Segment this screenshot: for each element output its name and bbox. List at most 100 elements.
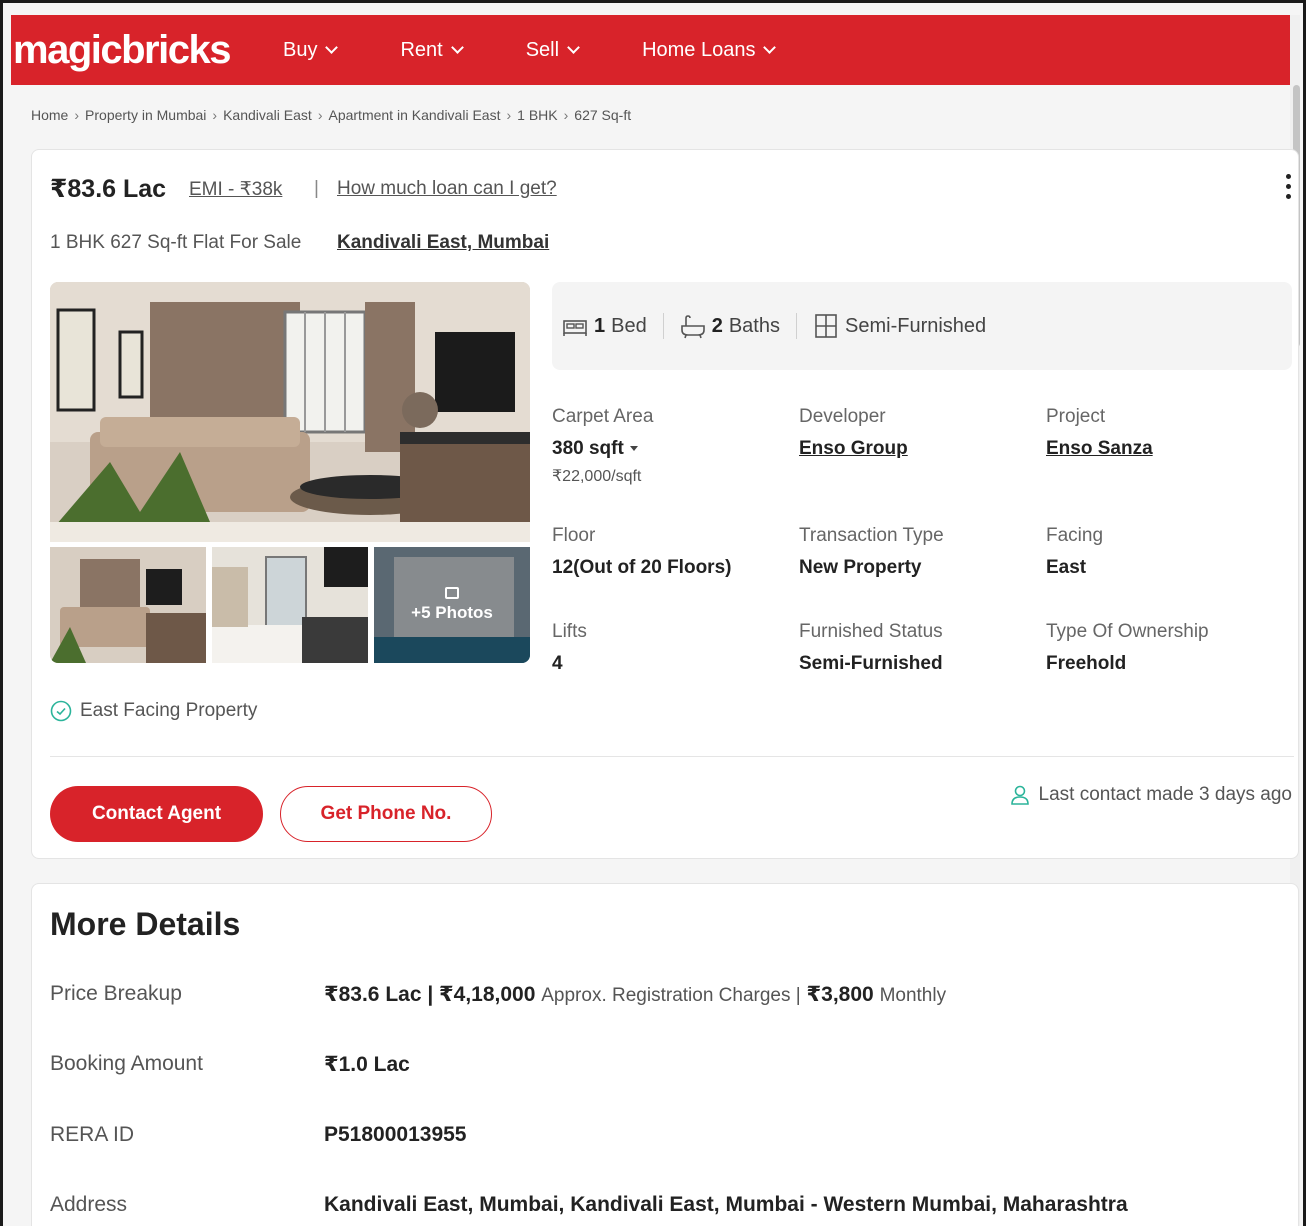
last-contact-info: Last contact made 3 days ago: [1009, 784, 1293, 806]
chevron-down-icon: [325, 41, 339, 54]
developer-link[interactable]: Enso Group: [799, 438, 908, 460]
facing-highlight-label: East Facing Property: [80, 700, 258, 721]
listing-subtitle: 1 BHK 627 Sq-ft Flat For Sale: [50, 232, 302, 253]
breadcrumb-separator: ›: [74, 107, 80, 123]
divider: [796, 313, 797, 339]
image-icon: [445, 587, 459, 599]
more-details-card: More Details Price Breakup ₹83.6 Lac | ₹…: [31, 883, 1299, 1226]
nav-item-home-loans[interactable]: Home Loans: [642, 38, 777, 62]
furnishing-status: Semi-Furnished: [813, 313, 1002, 339]
nav-item-label: Rent: [400, 38, 443, 61]
rera-id-label: RERA ID: [50, 1123, 135, 1146]
get-phone-button[interactable]: Get Phone No.: [280, 786, 492, 842]
ownership-type-label: Type Of Ownership: [1046, 621, 1209, 642]
nav-item-sell[interactable]: Sell: [526, 39, 580, 62]
address-label: Address: [50, 1193, 128, 1216]
furniture-icon: [815, 314, 837, 338]
price-breakup-value: ₹83.6 Lac | ₹4,18,000 Approx. Registrati…: [324, 982, 946, 1007]
facing-label: Facing: [1046, 525, 1104, 546]
top-navbar: magicbricks Buy Rent Sell Home Loans: [11, 15, 1296, 85]
last-contact-label: Last contact made 3 days ago: [1038, 784, 1293, 805]
price-breakup-price: ₹83.6 Lac | ₹4,18,000: [324, 983, 536, 1006]
nav-item-label: Buy: [283, 38, 318, 61]
amenities-strip: 1 Bed 2 Baths Semi-Furnished: [552, 282, 1292, 370]
thumbnail-living: [50, 547, 206, 663]
facing-highlight: East Facing Property: [50, 700, 257, 722]
living-room-photo: [50, 282, 530, 542]
furnished-status-value: Semi-Furnished: [799, 653, 943, 674]
breadcrumb-city[interactable]: Property in Mumbai: [85, 107, 206, 123]
bed-icon: [563, 320, 587, 336]
chevron-down-icon: [763, 41, 777, 54]
emi-link[interactable]: EMI - ₹38k: [189, 178, 282, 201]
facing: Facing East: [1046, 525, 1103, 579]
more-photos-label: +5 Photos: [411, 603, 493, 622]
booking-amount-value: ₹1.0 Lac: [324, 1053, 410, 1076]
ownership-type: Type Of Ownership Freehold: [1046, 621, 1209, 675]
address-row: Address Kandivali East, Mumbai, Kandival…: [50, 1193, 1128, 1217]
lifts: Lifts 4: [552, 621, 587, 675]
nav-item-label: Home Loans: [642, 38, 756, 61]
nav-item-rent[interactable]: Rent: [400, 38, 464, 62]
project-link[interactable]: Enso Sanza: [1046, 438, 1153, 460]
breadcrumb-separator: ›: [506, 107, 512, 123]
developer: Developer Enso Group: [799, 406, 908, 460]
ownership-type-value: Freehold: [1046, 653, 1127, 674]
furnishing-label: Semi-Furnished: [845, 314, 987, 337]
furnished-status-label: Furnished Status: [799, 621, 943, 642]
check-circle-icon: [50, 700, 72, 722]
breadcrumb-separator: ›: [563, 107, 569, 123]
more-photos-overlay[interactable]: +5 Photos: [374, 547, 530, 663]
separator: |: [314, 178, 319, 199]
breadcrumb-home[interactable]: Home: [31, 107, 68, 123]
locality-link[interactable]: Kandivali East, Mumbai: [337, 232, 549, 254]
rera-id-value: P51800013955: [324, 1123, 467, 1146]
bed-count-value: 1: [594, 314, 606, 337]
booking-amount-label: Booking Amount: [50, 1052, 203, 1075]
bathtub-icon: [680, 315, 705, 339]
transaction-type-label: Transaction Type: [799, 525, 944, 546]
more-details-title: More Details: [50, 906, 241, 942]
maintenance-amount: ₹3,800: [806, 983, 874, 1006]
registration-charges: Approx. Registration Charges |: [541, 985, 801, 1006]
price-per-sqft: ₹22,000/sqft: [552, 468, 642, 485]
price-breakup-row: Price Breakup ₹83.6 Lac | ₹4,18,000 Appr…: [50, 982, 946, 1007]
furnished-status: Furnished Status Semi-Furnished: [799, 621, 943, 675]
booking-amount-row: Booking Amount ₹1.0 Lac: [50, 1052, 410, 1077]
bath-count: 2 Baths: [680, 313, 796, 339]
divider: [662, 313, 664, 339]
carpet-area-dropdown[interactable]: 380 sqft: [552, 438, 653, 460]
price-breakup-label: Price Breakup: [50, 982, 182, 1005]
breadcrumb-type[interactable]: Apartment in Kandivali East: [328, 107, 500, 123]
bed-label: Bed: [611, 314, 647, 337]
bed-count: 1 Bed: [562, 313, 663, 339]
lifts-value: 4: [552, 653, 563, 674]
photo-thumbnail-more[interactable]: +5 Photos: [374, 547, 530, 663]
breadcrumb-separator: ›: [212, 107, 218, 123]
bath-label: Baths: [728, 314, 780, 337]
photo-thumbnail[interactable]: [212, 547, 368, 663]
maintenance-period: Monthly: [879, 985, 947, 1006]
more-options-icon[interactable]: [1286, 174, 1292, 199]
listing-card: ₹83.6 Lac EMI - ₹38k | How much loan can…: [31, 149, 1299, 859]
section-divider: [50, 756, 1294, 757]
chevron-down-icon: [567, 41, 580, 54]
chevron-down-icon: [450, 41, 464, 54]
developer-label: Developer: [799, 406, 886, 427]
listing-price: ₹83.6 Lac: [50, 175, 167, 203]
project-label: Project: [1046, 406, 1106, 427]
loan-eligibility-link[interactable]: How much loan can I get?: [337, 178, 557, 200]
thumbnail-kitchen: [212, 547, 368, 663]
carpet-area: Carpet Area 380 sqft ₹22,000/sqft: [552, 406, 653, 486]
project: Project Enso Sanza: [1046, 406, 1153, 460]
breadcrumb-separator: ›: [317, 107, 323, 123]
caret-down-icon: [629, 446, 638, 452]
contact-agent-button[interactable]: Contact Agent: [50, 786, 263, 842]
breadcrumb-bhk[interactable]: 1 BHK: [517, 107, 557, 123]
magicbricks-logo[interactable]: magicbricks: [13, 28, 283, 73]
photo-thumbnail[interactable]: [50, 547, 206, 663]
carpet-area-value: 380 sqft: [552, 438, 624, 459]
breadcrumb-locality[interactable]: Kandivali East: [223, 107, 312, 123]
main-photo[interactable]: [50, 282, 530, 542]
nav-item-buy[interactable]: Buy: [283, 38, 339, 62]
